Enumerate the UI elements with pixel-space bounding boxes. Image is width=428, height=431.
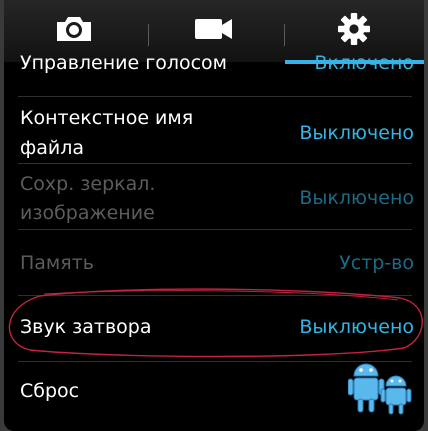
setting-label-line: Контекстное имя	[20, 107, 194, 129]
setting-value: Устр-во	[339, 252, 414, 274]
setting-label-line: файла	[20, 137, 85, 159]
setting-label: Управление голосом	[20, 52, 228, 74]
setting-voice-control[interactable]: Управление голосом Включено	[4, 52, 424, 80]
setting-storage: Память Устр-во	[4, 230, 424, 294]
setting-label-line: Сохр. зеркал.	[20, 173, 156, 195]
android-robots-logo	[348, 363, 412, 415]
setting-value: Выключено	[299, 187, 414, 209]
setting-label: Память	[20, 252, 94, 274]
setting-value: Выключено	[299, 316, 414, 338]
video-camera-icon	[194, 16, 234, 46]
camera-icon	[54, 14, 94, 48]
setting-mirror-image: Сохр. зеркал. изображение Выключено	[4, 164, 424, 228]
gear-icon	[337, 12, 371, 50]
setting-value: Включено	[314, 52, 414, 74]
setting-value: Выключено	[299, 122, 414, 144]
setting-label: Звук затвора	[20, 316, 152, 338]
setting-label: Сброс	[20, 380, 80, 402]
setting-label-line: изображение	[20, 202, 155, 224]
setting-contextual-filename[interactable]: Контекстное имя файла Выключено	[4, 97, 424, 162]
setting-shutter-sound[interactable]: Звук затвора Выключено	[4, 296, 424, 360]
